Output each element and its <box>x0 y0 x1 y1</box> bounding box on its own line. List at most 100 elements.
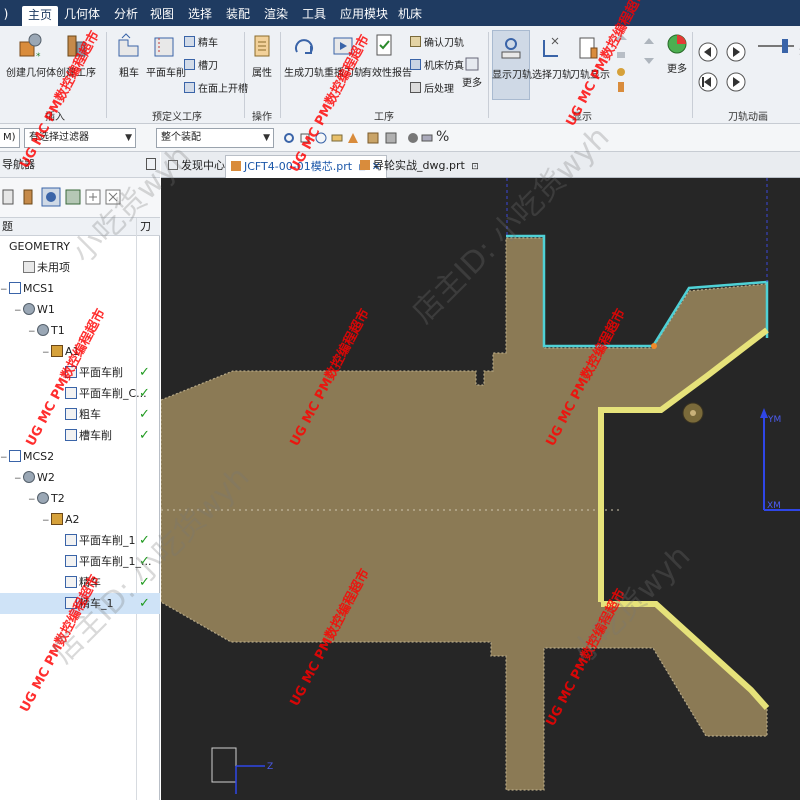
operation-icon <box>65 555 77 567</box>
triad-z-label: Z <box>267 762 273 772</box>
tool-view-icon[interactable] <box>20 188 38 206</box>
column-name-header[interactable]: 题 <box>2 218 13 236</box>
create-geometry-button[interactable]: * 创建几何体 <box>6 32 56 79</box>
program-view-icon[interactable] <box>2 188 16 206</box>
column-tool-header[interactable]: 刀 <box>140 218 151 236</box>
snap-point-icon[interactable] <box>282 131 296 145</box>
menu-analysis[interactable]: 分析 <box>114 5 138 23</box>
geometry-view-icon[interactable] <box>40 186 62 208</box>
tree-row-label: T2 <box>51 492 65 505</box>
operation-icon <box>65 429 77 441</box>
turned-part-body[interactable] <box>161 237 768 791</box>
groove-tool-icon <box>184 59 195 70</box>
menu-partial: ) <box>3 7 9 21</box>
menu-home[interactable]: 主页 <box>22 6 59 26</box>
show-path-button[interactable]: 显示刀轨 <box>492 34 532 81</box>
animation-controls[interactable] <box>696 40 750 103</box>
show-path-label: 显示刀轨 <box>492 70 532 81</box>
menu-machine[interactable]: 机床 <box>398 5 422 23</box>
collapse-toggle-icon[interactable]: − <box>14 469 23 490</box>
snap-settings-icon[interactable] <box>420 131 434 145</box>
rough-turn-icon <box>118 33 139 57</box>
groove-tool-button[interactable]: 槽刀 <box>184 59 218 74</box>
select-path-button[interactable]: 选择刀轨 <box>532 34 572 81</box>
properties-button[interactable]: 属性 <box>248 32 276 79</box>
tree-row-label: GEOMETRY <box>9 240 70 253</box>
rough-turn-button[interactable]: 粗车 <box>114 32 144 79</box>
face-groove-button[interactable]: 在面上开槽 <box>184 82 248 97</box>
speed-slider[interactable]: 速度 <box>756 38 800 57</box>
collapse-toggle-icon[interactable]: − <box>28 490 37 511</box>
machine-sim-icon <box>410 59 421 70</box>
orange-point[interactable] <box>651 343 657 349</box>
tree-row-label: W1 <box>37 303 55 316</box>
percent-icon[interactable]: % <box>436 129 449 145</box>
finish-turn-icon <box>184 36 195 47</box>
verify-path-button[interactable]: 确认刀轨 <box>410 36 464 51</box>
collapse-toggle-icon[interactable]: − <box>28 322 37 343</box>
chevron-down-icon: ▼ <box>263 133 270 143</box>
tree-row[interactable]: − A2 <box>0 509 160 530</box>
view-triad-box[interactable] <box>211 747 237 783</box>
machine-sim-label: 机床仿真 <box>424 61 464 72</box>
collapse-toggle-icon[interactable]: − <box>42 343 51 364</box>
validity-report-icon <box>376 34 392 56</box>
tree-row-label: MCS2 <box>23 450 55 463</box>
postprocess-button[interactable]: 后处理 <box>410 82 454 97</box>
snap-solid-icon[interactable] <box>384 131 398 145</box>
tree-row-label: 平面车削 <box>79 366 123 379</box>
verify-path-label: 确认刀轨 <box>424 38 464 49</box>
menu-applications[interactable]: 应用模块 <box>340 5 388 23</box>
collapse-toggle-icon[interactable]: − <box>42 511 51 532</box>
collapse-toggle-icon[interactable]: − <box>0 448 9 469</box>
svg-text:*: * <box>36 52 41 62</box>
chevron-down-icon: ▼ <box>125 133 132 143</box>
ribbon: * 创建几何体 创建工序 插入 粗车 平面车削 精车 槽刀 在面上开槽 预定义工… <box>0 26 800 124</box>
tab-guide-wheel[interactable]: 导轮实战_dwg.prt ⊡ <box>355 155 484 178</box>
tree-row[interactable]: − W2 <box>0 467 160 488</box>
snap-mid-icon[interactable] <box>330 131 344 145</box>
tree-row[interactable]: − T2 <box>0 488 160 509</box>
snap-face-icon[interactable] <box>366 131 380 145</box>
group-predefined-label: 预定义工序 <box>152 112 202 123</box>
more-process-button[interactable]: 更多 <box>460 56 484 89</box>
collapse-toggle-icon[interactable]: − <box>0 280 9 301</box>
avoidance-icon <box>51 345 63 357</box>
method-view-icon[interactable] <box>64 188 82 206</box>
group-operations-label: 操作 <box>252 112 272 123</box>
tree-row[interactable]: 粗车 ✓ <box>0 404 160 425</box>
menu-geometry[interactable]: 几何体 <box>64 5 100 23</box>
tree-row[interactable]: − MCS1 <box>0 278 160 299</box>
tree-row[interactable]: − MCS2 <box>0 446 160 467</box>
finish-turn-button[interactable]: 精车 <box>184 36 218 51</box>
menu-view[interactable]: 视图 <box>150 5 174 23</box>
mode-select[interactable]: M) <box>0 128 20 148</box>
tree-row-label: 未用项 <box>37 261 70 274</box>
operation-icon <box>65 534 77 546</box>
xm-label: XM <box>767 501 781 511</box>
tab-pin-icon[interactable]: ⊡ <box>471 162 479 172</box>
generate-path-button[interactable]: 生成刀轨 <box>284 32 324 79</box>
turn-part-icon <box>37 492 49 504</box>
rough-turn-label: 粗车 <box>119 68 139 79</box>
display-nav-arrows[interactable] <box>640 34 658 97</box>
collapse-toggle-icon[interactable]: − <box>14 301 23 322</box>
menu-select[interactable]: 选择 <box>188 5 212 23</box>
tree-row[interactable]: 平面车削_C... ✓ <box>0 383 160 404</box>
tree-row-label: 平面车削_1 <box>79 534 136 547</box>
tree-row-label: MCS1 <box>23 282 55 295</box>
ribbon-separator <box>106 32 107 118</box>
face-groove-label: 在面上开槽 <box>198 84 248 95</box>
menu-render[interactable]: 渲染 <box>264 5 288 23</box>
face-turn-label: 平面车削 <box>146 68 186 79</box>
tree-row[interactable]: − W1 <box>0 299 160 320</box>
face-turn-button[interactable]: 平面车削 <box>146 32 186 79</box>
menu-assembly[interactable]: 装配 <box>226 5 250 23</box>
more-display-button[interactable]: 更多 <box>662 32 692 75</box>
more-process-icon <box>465 57 479 71</box>
finish-turn-label: 精车 <box>198 38 218 49</box>
snap-tool-icon[interactable] <box>406 131 420 145</box>
menu-tools[interactable]: 工具 <box>302 5 326 23</box>
machine-sim-button[interactable]: 机床仿真 <box>410 59 464 74</box>
snap-quadrant-icon[interactable] <box>346 131 360 145</box>
